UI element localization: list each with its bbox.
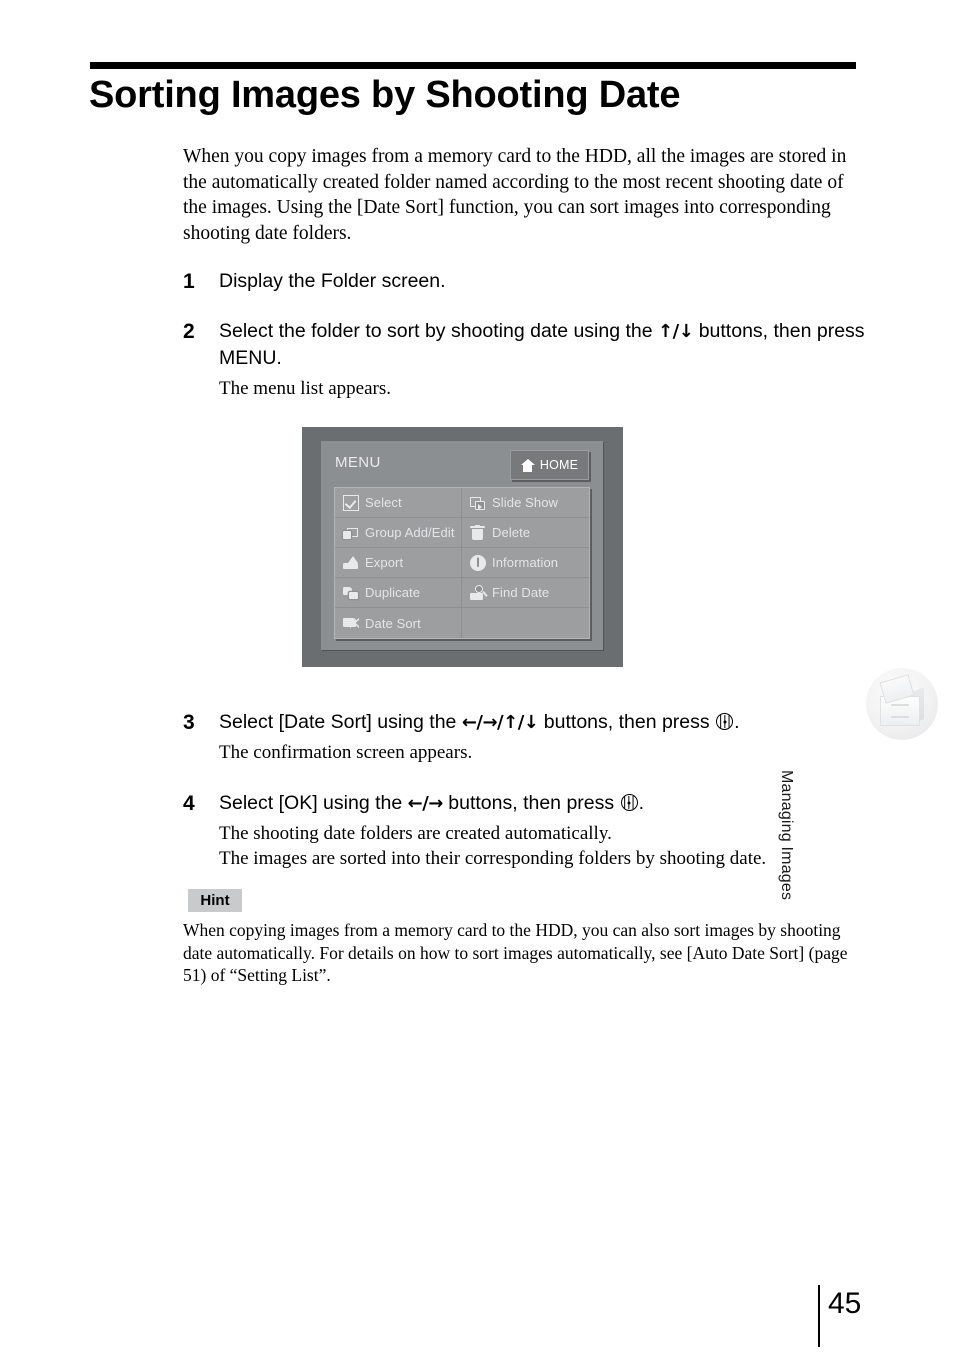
menu-item-export[interactable]: Export bbox=[335, 548, 462, 578]
home-button[interactable]: HOME bbox=[510, 450, 589, 480]
menu-item-find-date[interactable]: Find Date bbox=[462, 578, 589, 608]
info-icon bbox=[470, 554, 486, 571]
step-3-text-pre: Select [Date Sort] using the bbox=[219, 711, 462, 733]
find-date-icon bbox=[470, 584, 488, 601]
menu-item-label: Duplicate bbox=[365, 585, 421, 600]
menu-item-duplicate[interactable]: Duplicate bbox=[335, 578, 462, 608]
step-4-number: 4 bbox=[183, 792, 195, 815]
page-number-rule bbox=[818, 1285, 820, 1347]
menu-item-label: Slide Show bbox=[492, 495, 559, 510]
hint-text: When copying images from a memory card t… bbox=[183, 920, 848, 985]
menu-item-label: Group Add/Edit bbox=[365, 525, 455, 540]
title-rule bbox=[90, 62, 856, 69]
enter-button-icon bbox=[716, 713, 734, 730]
step-2-number: 2 bbox=[183, 320, 195, 343]
export-icon bbox=[343, 555, 359, 571]
group-edit-icon bbox=[343, 525, 359, 541]
hint-badge: Hint bbox=[188, 889, 242, 912]
menu-item-label: Select bbox=[365, 495, 402, 510]
step-4-text-post: buttons, then press bbox=[442, 792, 620, 814]
page-number: 45 bbox=[828, 1287, 862, 1320]
side-tab-label: Managing Images bbox=[778, 770, 795, 901]
menu-item-label: Delete bbox=[492, 525, 531, 540]
date-sort-icon bbox=[343, 615, 359, 631]
step-3-text-tail: . bbox=[734, 711, 740, 733]
step-3-text: Select [Date Sort] using the ←/→/↑/↓ but… bbox=[219, 709, 869, 736]
menu-item-label: Date Sort bbox=[365, 615, 421, 631]
step-1-number: 1 bbox=[183, 270, 195, 293]
menu-item-date-sort[interactable]: Date Sort bbox=[335, 608, 462, 638]
menu-header-label: MENU bbox=[335, 454, 381, 471]
intro-paragraph: When you copy images from a memory card … bbox=[183, 146, 847, 244]
menu-item-label: Export bbox=[365, 555, 404, 570]
step-1-text: Display the Folder screen. bbox=[219, 268, 446, 295]
page-title: Sorting Images by Shooting Date bbox=[89, 74, 681, 116]
step-3-subtext: The confirmation screen appears. bbox=[219, 742, 473, 763]
device-screenshot: MENU HOME Select Slide Show Group Add/Ed… bbox=[302, 427, 623, 667]
home-icon bbox=[520, 458, 535, 472]
managing-images-tab-icon bbox=[866, 668, 938, 740]
leftright-arrow-icon: ←/→ bbox=[407, 793, 444, 814]
checkbox-icon bbox=[343, 494, 359, 511]
step-2-text-pre: Select the folder to sort by shooting da… bbox=[219, 320, 659, 342]
step-1-text-pre: Display the Folder screen. bbox=[219, 270, 446, 292]
step-3-text-post: buttons, then press bbox=[538, 711, 716, 733]
updown-arrow-icon: ↑/↓ bbox=[658, 321, 694, 342]
trash-icon bbox=[470, 524, 486, 541]
device-screen-panel: MENU HOME Select Slide Show Group Add/Ed… bbox=[321, 441, 603, 650]
duplicate-icon bbox=[343, 585, 359, 601]
enter-button-icon bbox=[620, 794, 638, 811]
menu-item-delete[interactable]: Delete bbox=[462, 518, 589, 548]
menu-item-information[interactable]: Information bbox=[462, 548, 589, 578]
menu-item-label: Find Date bbox=[492, 585, 550, 600]
step-2-subtext: The menu list appears. bbox=[219, 378, 392, 399]
step-2-text: Select the folder to sort by shooting da… bbox=[219, 318, 869, 372]
home-button-label: HOME bbox=[539, 458, 579, 472]
menu-item-select[interactable]: Select bbox=[335, 488, 462, 518]
device-screen-header: MENU HOME bbox=[335, 450, 589, 482]
dpad-arrows-icon: ←/→/↑/↓ bbox=[461, 712, 539, 733]
slideshow-icon bbox=[470, 495, 486, 511]
menu-item-group-add-edit[interactable]: Group Add/Edit bbox=[335, 518, 462, 548]
menu-item-slide-show[interactable]: Slide Show bbox=[462, 488, 589, 518]
menu-item-label: Information bbox=[492, 555, 559, 570]
menu-grid: Select Slide Show Group Add/Edit Delete … bbox=[334, 487, 590, 639]
manual-page: Sorting Images by Shooting Date When you… bbox=[0, 0, 954, 1352]
menu-item-empty bbox=[462, 608, 589, 638]
step-3-number: 3 bbox=[183, 711, 195, 734]
step-4-text-tail: . bbox=[638, 792, 644, 814]
step-4-text-pre: Select [OK] using the bbox=[219, 792, 408, 814]
